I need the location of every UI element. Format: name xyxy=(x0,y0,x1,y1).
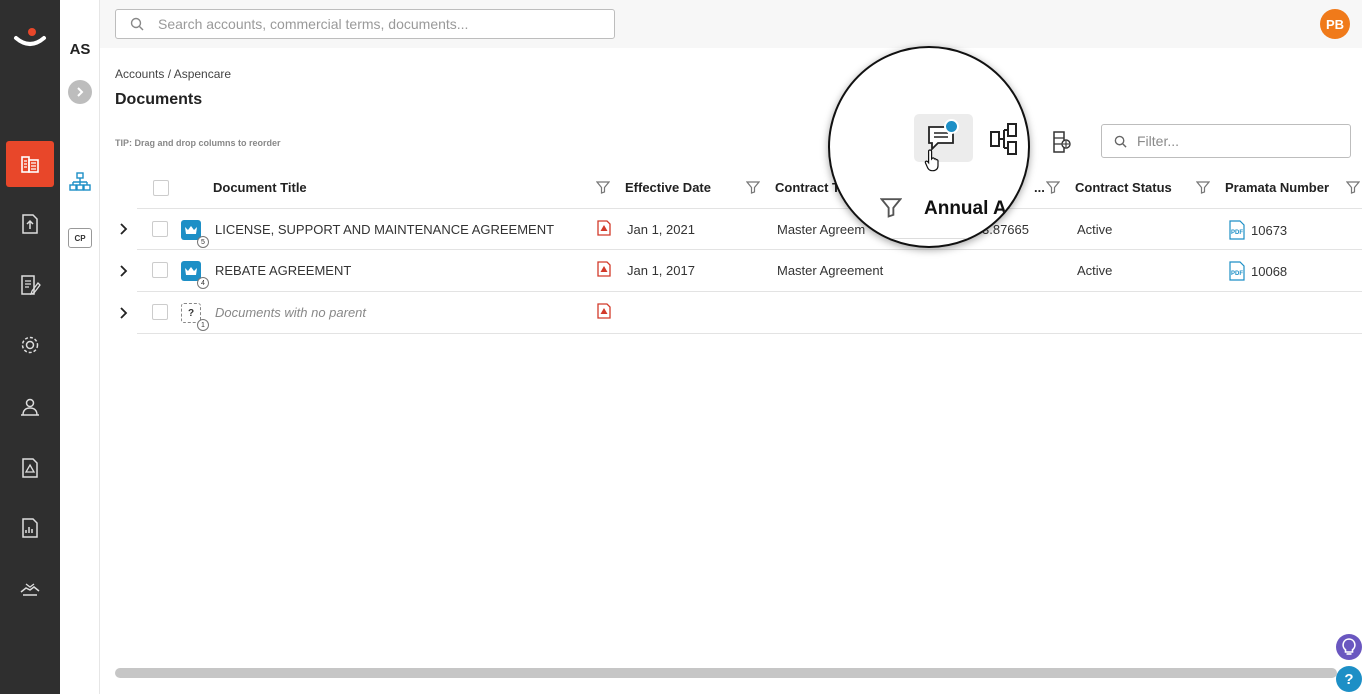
svg-text:PDF: PDF xyxy=(1231,230,1243,236)
search-icon xyxy=(1114,135,1127,148)
contract-status: Active xyxy=(1077,222,1113,237)
pramata-number: 10673 xyxy=(1251,222,1288,238)
zoomed-column-label: Annual A xyxy=(924,198,1007,219)
column-header-pramata-number[interactable]: Pramata Number xyxy=(1225,180,1329,195)
row-checkbox[interactable] xyxy=(152,304,168,320)
accounts-building-icon xyxy=(21,156,39,173)
filter-funnel-icon[interactable] xyxy=(880,196,902,218)
top-bar: PB xyxy=(100,0,1362,48)
search-input[interactable] xyxy=(158,16,578,32)
column-header-contract-type[interactable]: Contract T xyxy=(775,180,840,195)
filter-funnel-icon[interactable] xyxy=(1196,180,1210,194)
handshake-icon xyxy=(20,583,40,596)
upload-document-icon xyxy=(22,214,38,234)
notification-dot xyxy=(944,119,959,134)
lightbulb-icon xyxy=(1342,638,1356,655)
table-row[interactable]: ? 1 Documents with no parent xyxy=(137,292,1362,334)
filter-input[interactable] xyxy=(1137,133,1337,149)
nav-edit[interactable] xyxy=(6,262,54,308)
pramata-number: 10068 xyxy=(1251,263,1288,279)
alert-pdf-icon[interactable] xyxy=(597,303,611,319)
ideas-button[interactable] xyxy=(1336,634,1362,660)
document-title[interactable]: REBATE AGREEMENT xyxy=(215,263,351,278)
tip-text: TIP: Drag and drop columns to reorder xyxy=(115,138,281,148)
grid-header: Document Title Effective Date Contract T… xyxy=(100,168,1362,208)
settings-gear-icon xyxy=(21,336,39,354)
column-settings-icon xyxy=(1053,131,1071,153)
expand-row-chevron-icon[interactable] xyxy=(119,223,129,235)
column-header-document-title[interactable]: Document Title xyxy=(213,180,307,195)
effective-date: Jan 1, 2021 xyxy=(627,222,695,237)
column-settings-button[interactable] xyxy=(1050,128,1074,156)
nav-accounts[interactable] xyxy=(6,141,54,187)
hierarchy-icon xyxy=(69,172,91,191)
child-count-badge: 5 xyxy=(197,236,209,248)
nav-settings[interactable] xyxy=(6,322,54,368)
user-avatar[interactable]: PB xyxy=(1320,9,1350,39)
alert-document-icon xyxy=(22,458,38,478)
breadcrumb[interactable]: Accounts / Aspencare xyxy=(115,67,231,81)
alert-pdf-icon[interactable] xyxy=(597,220,611,236)
nav-reports[interactable] xyxy=(6,505,54,551)
alert-pdf-icon[interactable] xyxy=(597,261,611,277)
chevron-right-icon xyxy=(77,87,84,97)
cp-button[interactable]: CP xyxy=(68,228,92,248)
report-document-icon xyxy=(22,518,38,538)
nav-partners[interactable] xyxy=(6,566,54,612)
pdf-file-icon: PDF xyxy=(1229,220,1245,240)
filter-funnel-icon[interactable] xyxy=(1346,180,1360,194)
child-count-badge: 4 xyxy=(197,277,209,289)
select-all-checkbox[interactable] xyxy=(153,180,169,196)
help-button[interactable]: ? xyxy=(1336,666,1362,692)
user-desk-icon xyxy=(21,398,39,416)
pdf-file-icon: PDF xyxy=(1229,261,1245,281)
expand-row-chevron-icon[interactable] xyxy=(119,307,129,319)
filter-funnel-icon[interactable] xyxy=(1046,180,1060,194)
contract-type: Master Agreem xyxy=(777,222,866,237)
page-title: Documents xyxy=(115,91,203,108)
expand-row-chevron-icon[interactable] xyxy=(119,265,129,277)
contract-type: Master Agreement xyxy=(777,263,884,278)
zoomed-divider xyxy=(884,238,1028,239)
filter-funnel-icon[interactable] xyxy=(596,180,610,194)
document-title[interactable]: LICENSE, SUPPORT AND MAINTENANCE AGREEME… xyxy=(215,222,554,237)
search-icon xyxy=(130,17,144,31)
expand-sidebar-button[interactable] xyxy=(68,80,92,104)
edit-document-icon xyxy=(21,275,41,296)
pramata-number-link[interactable]: PDF 10068 xyxy=(1227,261,1287,281)
filter-box xyxy=(1101,124,1351,158)
table-row[interactable]: 4 REBATE AGREEMENT Jan 1, 2017 Master Ag… xyxy=(137,250,1362,292)
column-header-annual[interactable]: ... xyxy=(1034,180,1045,195)
column-header-contract-status[interactable]: Contract Status xyxy=(1075,180,1172,195)
row-checkbox[interactable] xyxy=(152,262,168,278)
filter-funnel-icon[interactable] xyxy=(746,180,760,194)
document-title[interactable]: Documents with no parent xyxy=(215,305,366,320)
nav-users[interactable] xyxy=(6,384,54,430)
pramata-number-link[interactable]: PDF 10673 xyxy=(1227,220,1287,240)
effective-date: Jan 1, 2017 xyxy=(627,263,695,278)
global-search xyxy=(115,9,615,39)
hand-pointer-cursor-icon xyxy=(924,149,939,172)
logo[interactable] xyxy=(10,18,50,58)
svg-text:PDF: PDF xyxy=(1231,271,1243,277)
table-row[interactable]: 5 LICENSE, SUPPORT AND MAINTENANCE AGREE… xyxy=(137,208,1362,250)
hierarchy-button[interactable] xyxy=(69,171,91,198)
nav-alerts[interactable] xyxy=(6,445,54,491)
child-count-badge: 1 xyxy=(197,319,209,331)
contract-status: Active xyxy=(1077,263,1113,278)
main-nav xyxy=(0,0,60,694)
account-sidebar: AS CP xyxy=(60,0,100,694)
horizontal-scrollbar[interactable] xyxy=(115,668,1337,678)
question-mark-icon: ? xyxy=(1344,670,1354,688)
zoom-magnifier: Annual A xyxy=(828,46,1030,248)
relationship-tree-icon[interactable] xyxy=(988,122,1022,156)
account-abbreviation: AS xyxy=(69,41,91,58)
column-header-effective-date[interactable]: Effective Date xyxy=(625,180,711,195)
nav-upload[interactable] xyxy=(6,201,54,247)
row-checkbox[interactable] xyxy=(152,221,168,237)
